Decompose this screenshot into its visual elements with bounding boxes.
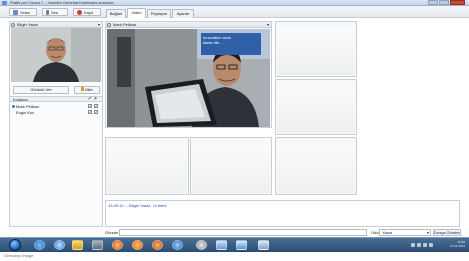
chat-message: 13:49:12 ... Bilgin Yasar : hi there <box>108 203 167 208</box>
user-icon <box>11 23 15 27</box>
remote-panel-header: Mark Pelikan ▾ <box>106 22 271 28</box>
video-placeholder <box>107 144 187 193</box>
camera-icon <box>13 9 18 15</box>
microphone-small-icon <box>81 87 85 91</box>
speaker-column-icon: 🔈 <box>94 96 98 100</box>
network-icon[interactable] <box>417 243 421 247</box>
empty-video-panel <box>275 79 357 135</box>
media-player-icon[interactable] <box>54 240 65 250</box>
self-name: Bilgin Yasar <box>17 22 38 27</box>
video-placeholder <box>277 86 355 133</box>
remote-video: Innovation work faster life... <box>107 29 270 127</box>
online-icon <box>12 105 15 108</box>
system-tray <box>411 243 433 247</box>
flag-icon[interactable] <box>411 243 415 247</box>
settings-icon[interactable] <box>196 240 207 250</box>
self-video-image <box>11 28 101 82</box>
start-button[interactable] <box>9 239 21 251</box>
audio-button[interactable]: Ses <box>42 8 68 16</box>
record-icon <box>77 9 82 15</box>
empty-video-panel <box>275 137 357 195</box>
user-mic-checkbox[interactable]: ✓ <box>88 104 92 108</box>
record-button-label: Kayıt <box>84 9 94 15</box>
taskbar: 13:50 27.02.2012 <box>0 237 469 252</box>
mute-label: Mikr <box>85 87 93 92</box>
browser-icon[interactable] <box>132 240 143 250</box>
language-icon[interactable] <box>429 243 433 247</box>
tab-settings-label: Ayarlar <box>176 11 190 16</box>
camera-toggle-label: Görüntü Ver <box>30 87 52 92</box>
document-icon[interactable] <box>216 240 227 250</box>
window-icon[interactable] <box>258 240 269 250</box>
self-video <box>11 28 101 82</box>
video-placeholder <box>277 28 355 75</box>
remote-name: Mark Pelikan <box>113 22 137 27</box>
firefox-icon[interactable] <box>112 240 123 250</box>
folder-icon[interactable] <box>72 240 83 250</box>
user-row[interactable]: Engin Koc ✓ ✓ <box>12 110 100 115</box>
user-name: Mark Pelikan <box>16 104 40 109</box>
left-panel: Bilgin Yasar ▾ Görüntü Ver Mikr Kullanıc… <box>9 21 103 227</box>
background-poster: Innovation work faster life... <box>201 33 261 55</box>
room-select[interactable]: Yasar ▾ <box>379 229 431 236</box>
user-name: Engin Koc <box>16 110 35 115</box>
empty-video-panel <box>275 21 357 77</box>
conference-app-icon[interactable] <box>236 240 247 250</box>
tab-video-label: Video <box>131 10 142 15</box>
video-button-label: Video <box>20 9 31 15</box>
user-row[interactable]: Mark Pelikan ✓ ✓ <box>12 104 100 109</box>
audio-button-label: Ses <box>51 9 58 15</box>
microphone-icon <box>46 9 49 15</box>
user-icon <box>107 23 111 27</box>
firefox-icon[interactable] <box>152 240 163 250</box>
clock[interactable]: 13:50 27.02.2012 <box>450 240 465 248</box>
app-icon[interactable] <box>92 240 103 250</box>
close-button[interactable] <box>450 0 465 5</box>
toolbar: Video Ses Kayıt Bağlan Video Paylaşım Ay… <box>0 6 469 18</box>
chat-input-label: Gönder <box>105 230 119 235</box>
window-controls <box>428 0 465 5</box>
panel-menu-icon[interactable]: ▾ <box>267 22 269 28</box>
caption-strip: Grenchys Image <box>0 252 469 261</box>
video-placeholder <box>192 144 270 193</box>
tab-sharing-label: Paylaşım <box>150 11 168 16</box>
record-button[interactable]: Kayıt <box>73 8 101 16</box>
tab-connect-label: Bağlan <box>109 11 123 16</box>
remote-video-panel: Mark Pelikan ▾ Innovation work faster li… <box>105 21 272 128</box>
chat-input-row: Gönder Oda Yasar ▾ Dosya Gönder <box>105 229 461 237</box>
send-file-button[interactable]: Dosya Gönder <box>433 229 461 236</box>
poster-text: faster life... <box>203 40 223 45</box>
chrome-icon[interactable] <box>172 240 183 250</box>
user-mic-checkbox[interactable]: ✓ <box>88 110 92 114</box>
users-header: Kullanıcı 🎤 🔈 <box>10 96 102 102</box>
mute-button[interactable]: Mikr <box>74 86 100 94</box>
empty-video-panel <box>105 137 189 195</box>
volume-icon[interactable] <box>423 243 427 247</box>
video-button[interactable]: Video <box>9 8 37 16</box>
tab-connect[interactable]: Bağlan <box>106 9 126 18</box>
image-caption: Grenchys Image <box>4 253 34 258</box>
ie-icon[interactable] <box>34 240 45 250</box>
clock-date: 27.02.2012 <box>449 244 465 248</box>
tab-video[interactable]: Video <box>127 8 146 18</box>
chat-log[interactable]: 13:49:12 ... Bilgin Yasar : hi there <box>105 200 460 227</box>
tab-sharing[interactable]: Paylaşım <box>147 9 171 18</box>
camera-toggle-button[interactable]: Görüntü Ver <box>13 86 69 94</box>
app-icon <box>2 1 7 5</box>
chat-input[interactable] <box>119 229 367 236</box>
room-label: Oda <box>371 230 379 235</box>
users-header-label: Kullanıcı <box>13 97 29 102</box>
video-placeholder <box>277 144 355 193</box>
user-video-checkbox[interactable]: ✓ <box>94 110 98 114</box>
mic-column-icon: 🎤 <box>88 96 92 100</box>
empty-video-panel <box>190 137 272 195</box>
room-select-value: Yasar <box>382 230 393 235</box>
maximize-button[interactable] <box>439 0 449 5</box>
tab-settings[interactable]: Ayarlar <box>172 9 194 18</box>
chevron-down-icon: ▾ <box>426 230 429 235</box>
user-video-checkbox[interactable]: ✓ <box>94 104 98 108</box>
minimize-button[interactable] <box>428 0 438 5</box>
